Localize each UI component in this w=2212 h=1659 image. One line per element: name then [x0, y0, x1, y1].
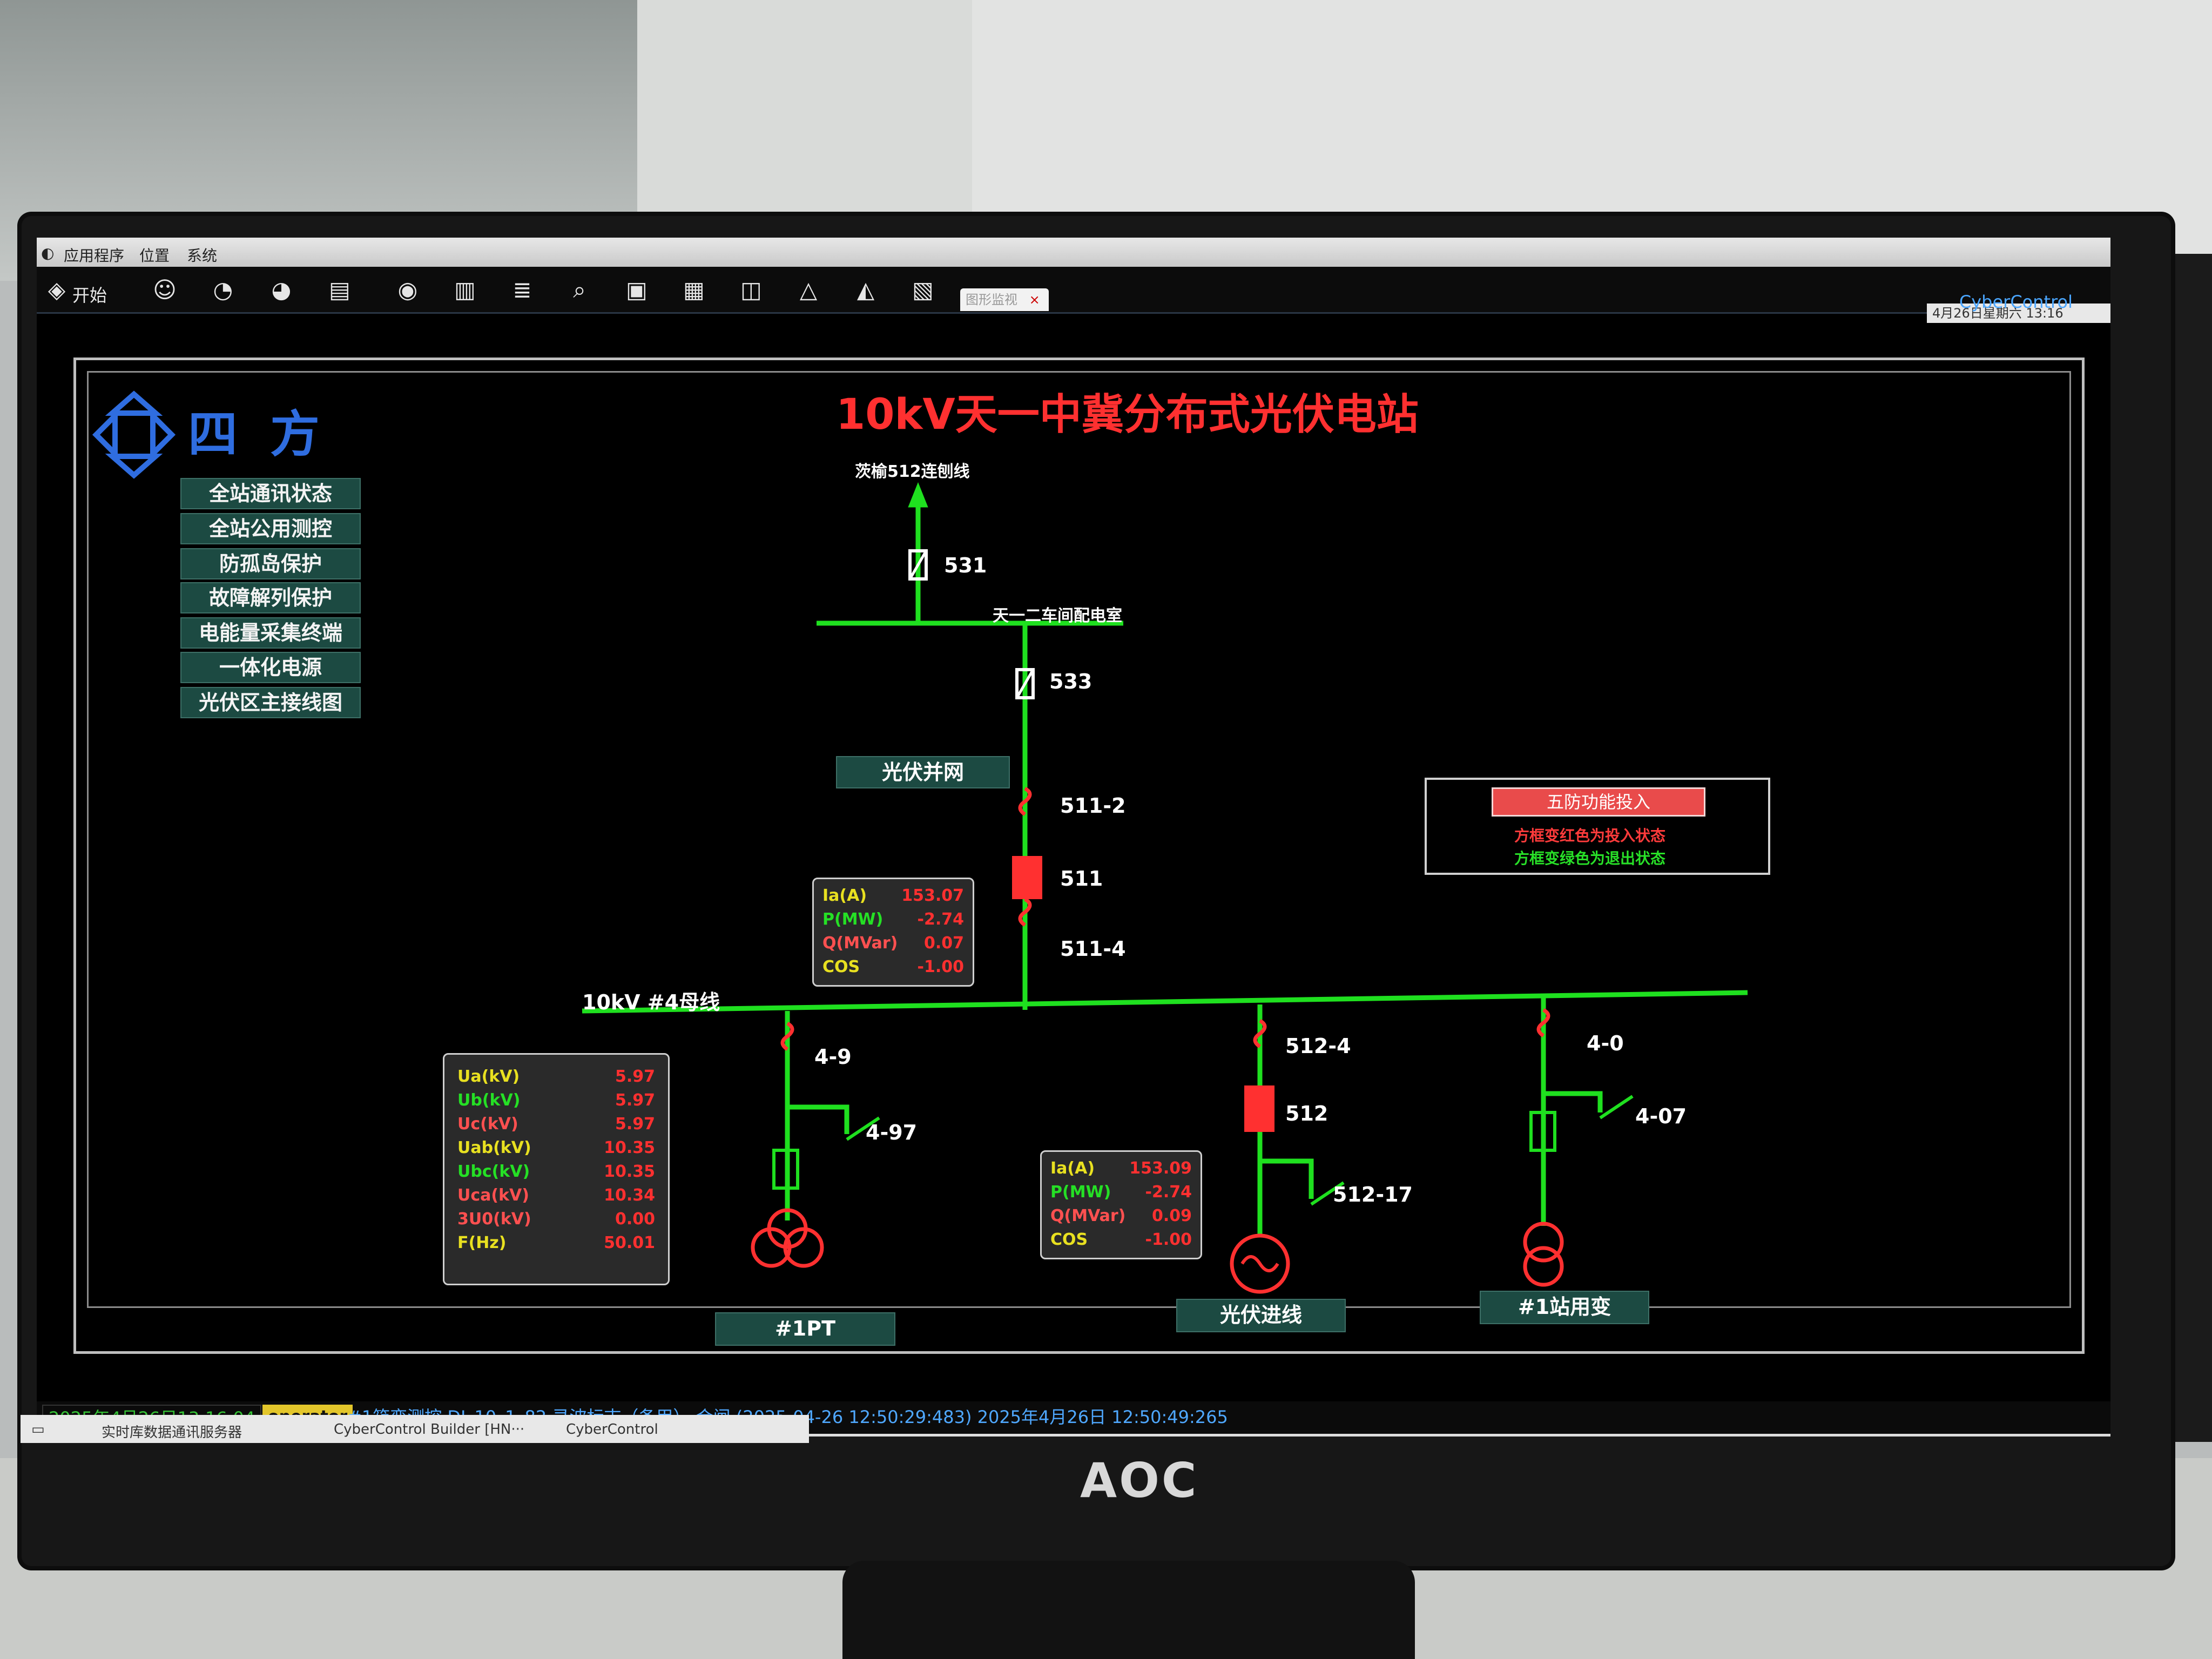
breaker-512-symbol [1244, 1085, 1274, 1132]
breaker-512-label[interactable]: 512 [1285, 1102, 1328, 1125]
measure-panel-511: Ia(A) 153.07 P(MW) -2.74 Q(MVar) 0.07 COS -1… [812, 878, 974, 987]
panel-pt-row: Ub(kV) 5.97 [457, 1088, 655, 1112]
ubc-label: Ubc(kV) [457, 1162, 530, 1181]
taskbar-item-cybercontrol[interactable]: CyberControl [566, 1421, 658, 1438]
switch-531-label[interactable]: 531 [944, 554, 987, 577]
panel-511-row: Q(MVar) 0.07 [822, 931, 964, 955]
os-taskbar: ▭ 实时库数据通讯服务器 CyberControl Builder [HN···… [21, 1415, 809, 1443]
five-protection-box: 五防功能投入 方框变红色为投入状态 方框变绿色为退出状态 [1425, 778, 1770, 875]
screen: ◐ 应用程序 位置 系统 ◈ 开始 ☺ ◔ ◕ ▤ ◉ ▥ ≣ ⌕ ▣ ▦ ◫ … [37, 238, 2110, 1437]
five-protection-green-note: 方框变绿色为退出状态 [1514, 849, 1666, 867]
panel-pt-row: Uca(kV) 10.34 [457, 1183, 655, 1207]
upper-bus-label: 天一二车间配电室 [993, 606, 1122, 625]
uab-value: 10.35 [604, 1138, 655, 1157]
pv-grid-button[interactable]: 光伏并网 [836, 756, 1010, 788]
monitor-brand: AOC [1080, 1453, 1199, 1508]
ia-label: Ia(A) [1050, 1158, 1095, 1178]
q-label: Q(MVar) [822, 933, 898, 953]
pt-button[interactable]: #1PT [715, 1312, 895, 1346]
breaker-511-symbol [1012, 856, 1042, 899]
cos-label: COS [1050, 1230, 1088, 1249]
taskbar-item-builder[interactable]: CyberControl Builder [HN··· [334, 1421, 524, 1438]
switch-4-0-label[interactable]: 4-0 [1587, 1031, 1624, 1055]
cos-value: -1.00 [917, 957, 964, 976]
switch-4-07-symbol [1599, 1095, 1634, 1120]
station-transformer-symbol [1523, 1222, 1564, 1287]
panel-pt-row: 3U0(kV) 0.00 [457, 1207, 655, 1231]
switch-533-label[interactable]: 533 [1049, 670, 1092, 693]
q-value: 0.09 [1151, 1206, 1192, 1225]
switch-4-07-label[interactable]: 4-07 [1635, 1104, 1687, 1128]
p-value: -2.74 [917, 909, 964, 929]
ua-label: Ua(kV) [457, 1067, 520, 1086]
panel-pt-row: F(Hz) 50.01 [457, 1231, 655, 1255]
pt-ground-branch [787, 1104, 849, 1134]
incoming-line-label: 茨榆512连刨线 [855, 462, 970, 481]
q-value: 0.07 [923, 933, 964, 953]
panel-512-row: P(MW) -2.74 [1050, 1180, 1192, 1204]
freq-label: F(Hz) [457, 1233, 507, 1252]
switch-512-4-label[interactable]: 512-4 [1285, 1034, 1351, 1058]
switch-511-4-label[interactable]: 511-4 [1060, 937, 1126, 961]
panel-511-row: Ia(A) 153.07 [822, 884, 964, 907]
ub-label: Ub(kV) [457, 1090, 521, 1110]
freq-value: 50.01 [604, 1233, 655, 1252]
switch-511-2-label[interactable]: 511-2 [1060, 794, 1126, 818]
ua-value: 5.97 [615, 1067, 655, 1086]
panel-pt-row: Uab(kV) 10.35 [457, 1136, 655, 1159]
breaker-511-label[interactable]: 511 [1060, 867, 1103, 891]
panel-511-row: P(MW) -2.74 [822, 907, 964, 931]
station-transformer-button[interactable]: #1站用变 [1480, 1291, 1649, 1324]
3u0-value: 0.00 [615, 1209, 655, 1229]
panel-pt-row: Ua(kV) 5.97 [457, 1064, 655, 1088]
panel-pt-row: Ubc(kV) 10.35 [457, 1159, 655, 1183]
ia-label: Ia(A) [822, 886, 867, 905]
panel-512-row: Q(MVar) 0.09 [1050, 1204, 1192, 1228]
panel-511-row: COS -1.00 [822, 955, 964, 979]
p-label: P(MW) [1050, 1182, 1111, 1202]
ia-value: 153.09 [1129, 1158, 1192, 1178]
show-desktop-icon[interactable]: ▭ [31, 1421, 45, 1438]
cos-label: COS [822, 957, 860, 976]
taskbar-item-rtdb[interactable]: 实时库数据通讯服务器 [102, 1421, 242, 1441]
cos-value: -1.00 [1145, 1230, 1192, 1249]
main-bus-label: 10kV #4母线 [582, 990, 720, 1014]
measure-panel-512: Ia(A) 153.09 P(MW) -2.74 Q(MVar) 0.09 COS -1… [1040, 1150, 1202, 1259]
uc-value: 5.97 [615, 1114, 655, 1134]
branch-40-ground [1543, 1091, 1603, 1112]
uab-label: Uab(kV) [457, 1138, 531, 1157]
five-protection-red-note: 方框变红色为投入状态 [1514, 827, 1666, 845]
switch-4-9-label[interactable]: 4-9 [814, 1045, 852, 1069]
ubc-value: 10.35 [604, 1162, 655, 1181]
measure-panel-pt: Ua(kV) 5.97 Ub(kV) 5.97 Uc(kV) 5.97 Uab(kV)… [443, 1053, 670, 1285]
incoming-arrow [908, 482, 928, 508]
p-label: P(MW) [822, 909, 884, 929]
panel-pt-row: Uc(kV) 5.97 [457, 1112, 655, 1136]
switch-512-17-label[interactable]: 512-17 [1333, 1183, 1413, 1206]
ub-value: 5.97 [615, 1090, 655, 1110]
p-value: -2.74 [1145, 1182, 1192, 1202]
branch-512-ground [1260, 1158, 1314, 1199]
ia-value: 153.07 [901, 886, 964, 905]
q-label: Q(MVar) [1050, 1206, 1126, 1225]
panel-512-row: Ia(A) 153.09 [1050, 1156, 1192, 1180]
monitor-stand [842, 1561, 1415, 1659]
panel-512-row: COS -1.00 [1050, 1228, 1192, 1251]
uc-label: Uc(kV) [457, 1114, 518, 1134]
uca-value: 10.34 [604, 1185, 655, 1205]
3u0-label: 3U0(kV) [457, 1209, 531, 1229]
pv-incoming-button[interactable]: 光伏进线 [1176, 1299, 1346, 1332]
uca-label: Uca(kV) [457, 1185, 529, 1205]
main-bus-10kv [582, 990, 1748, 1014]
switch-4-97-label[interactable]: 4-97 [866, 1121, 917, 1144]
five-protection-button[interactable]: 五防功能投入 [1492, 787, 1705, 817]
